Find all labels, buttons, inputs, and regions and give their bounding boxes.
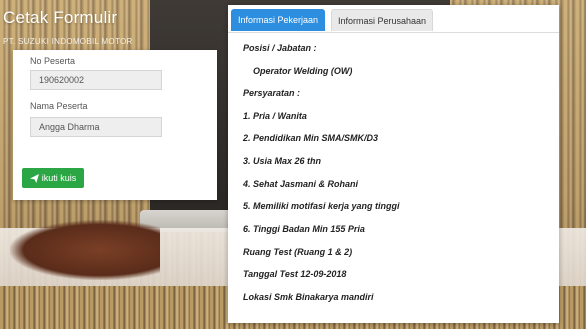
tab-informasi-pekerjaan[interactable]: Informasi Pekerjaan <box>231 9 325 31</box>
test-location: Lokasi Smk Binakarya mandiri <box>243 292 374 302</box>
ikuti-kuis-label: ikuti kuis <box>41 173 77 183</box>
position-heading: Posisi / Jabatan : <box>243 43 317 53</box>
requirement-item: 3. Usia Max 26 thn <box>243 156 322 166</box>
brand-subtitle: PT. SUZUKI INDOMOBIL MOTOR <box>3 37 133 46</box>
background-shoe <box>10 220 160 280</box>
info-tabs: Informasi Pekerjaan Informasi Perusahaan <box>228 5 559 33</box>
no-peserta-field[interactable]: 190620002 <box>30 70 162 90</box>
no-peserta-label: No Peserta <box>30 56 76 66</box>
test-date: Tanggal Test 12-09-2018 <box>243 269 347 279</box>
nama-peserta-label: Nama Peserta <box>30 101 88 111</box>
requirements-heading: Persyaratan : <box>243 88 301 98</box>
participant-form-card: No Peserta 190620002 Nama Peserta Angga … <box>13 50 217 200</box>
requirement-item: 2. Pendidikan Min SMA/SMK/D3 <box>243 133 379 143</box>
position-value: Operator Welding (OW) <box>253 66 353 76</box>
nama-peserta-field[interactable]: Angga Dharma <box>30 117 162 137</box>
tab-informasi-perusahaan[interactable]: Informasi Perusahaan <box>331 9 433 31</box>
ikuti-kuis-button[interactable]: ikuti kuis <box>22 168 84 188</box>
requirement-item: 6. Tinggi Badan Min 155 Pria <box>243 224 365 234</box>
test-room: Ruang Test (Ruang 1 & 2) <box>243 247 353 257</box>
brand-title: Cetak Formulir <box>3 8 118 27</box>
requirement-item: 5. Memiliki motifasi kerja yang tinggi <box>243 201 400 211</box>
info-panel: Informasi Pekerjaan Informasi Perusahaan… <box>228 5 559 323</box>
paper-plane-icon <box>29 173 39 183</box>
requirement-item: 1. Pria / Wanita <box>243 111 307 121</box>
requirement-item: 4. Sehat Jasmani & Rohani <box>243 179 359 189</box>
